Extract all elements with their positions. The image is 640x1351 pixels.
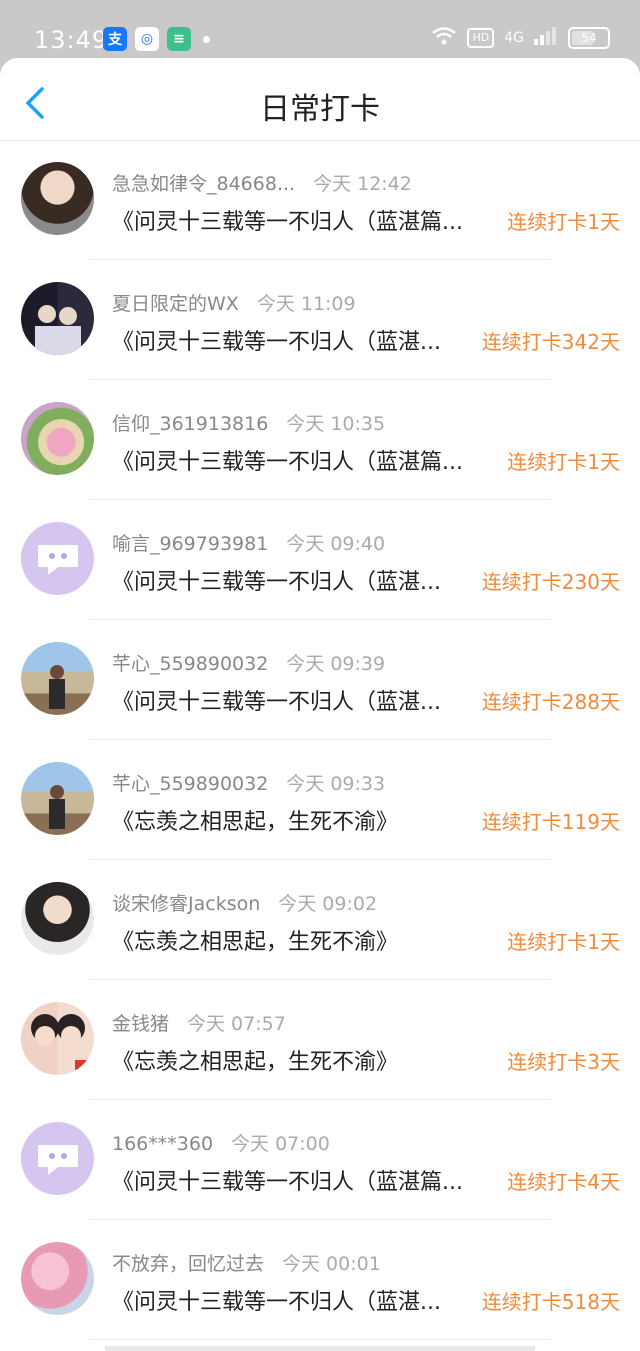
default-avatar-icon [37, 1144, 78, 1175]
nav-header: 日常打卡 [0, 58, 640, 140]
post-time: 今天 12:42 [313, 173, 412, 195]
streak-label: 连续打卡230天 [481, 570, 620, 594]
post-time: 今天 07:00 [231, 1133, 330, 1155]
post-time: 今天 10:35 [286, 413, 386, 435]
avatar[interactable] [21, 1242, 94, 1315]
avatar[interactable] [21, 642, 94, 715]
list-item[interactable]: 不放弃，回忆过去 今天 00:01 《问灵十三载等一不归人（蓝湛... 连续打卡5… [0, 1220, 640, 1340]
status-app-icons: 支 ◎ ≡ [103, 27, 210, 51]
user-name[interactable]: 谈宋修睿Jackson [112, 893, 260, 915]
list-item[interactable]: 金钱猪 今天 07:57 《忘羡之相思起，生死不渝》 连续打卡3天 [0, 980, 640, 1100]
notification-dot-icon [203, 35, 210, 43]
post-time: 今天 09:39 [286, 653, 386, 675]
user-name[interactable]: 芊心_559890032 [112, 773, 268, 795]
streak-label: 连续打卡1天 [507, 930, 620, 954]
streak-label: 连续打卡4天 [507, 1170, 620, 1194]
checkin-content[interactable]: 《忘羡之相思起，生死不渝》 [112, 1044, 492, 1076]
checkin-content[interactable]: 《问灵十三载等一不归人（蓝湛... [112, 564, 468, 596]
user-name[interactable]: 芊心_559890032 [112, 653, 268, 675]
bottom-scroll-indicator [105, 1346, 535, 1351]
checkin-content[interactable]: 《问灵十三载等一不归人（蓝湛... [112, 324, 468, 356]
avatar[interactable] [21, 762, 94, 835]
alipay-icon: 支 [103, 27, 127, 51]
status-right: HD 4G 54 [431, 26, 610, 50]
streak-label: 连续打卡1天 [507, 210, 620, 234]
checkin-content[interactable]: 《问灵十三载等一不归人（蓝湛篇... [112, 204, 492, 236]
avatar[interactable] [21, 282, 94, 355]
user-name[interactable]: 急急如律令_84668... [112, 173, 295, 195]
battery-level: 54 [581, 31, 597, 45]
checkin-content[interactable]: 《忘羡之相思起，生死不渝》 [112, 804, 468, 836]
list-item[interactable]: 夏日限定的WX 今天 11:09 《问灵十三载等一不归人（蓝湛... 连续打卡34… [0, 260, 640, 380]
post-time: 今天 11:09 [256, 293, 356, 315]
list-item[interactable]: 谈宋修睿Jackson 今天 09:02 《忘羡之相思起，生死不渝》 连续打卡1天 [0, 860, 640, 980]
avatar[interactable] [21, 162, 94, 235]
user-name[interactable]: 信仰_361913816 [112, 413, 268, 435]
user-name[interactable]: 金钱猪 [112, 1013, 169, 1035]
list-item[interactable]: 信仰_361913816 今天 10:35 《问灵十三载等一不归人（蓝湛篇... … [0, 380, 640, 500]
user-name[interactable]: 喻言_969793981 [112, 533, 268, 555]
streak-label: 连续打卡288天 [481, 690, 620, 714]
checkin-content[interactable]: 《忘羡之相思起，生死不渝》 [112, 924, 492, 956]
default-avatar-icon [37, 544, 78, 575]
divider [90, 1339, 550, 1340]
post-time: 今天 09:40 [286, 533, 386, 555]
streak-label: 连续打卡1天 [507, 450, 620, 474]
checkin-content[interactable]: 《问灵十三载等一不归人（蓝湛... [112, 1284, 468, 1316]
browser-icon: ◎ [135, 27, 159, 51]
avatar[interactable] [21, 402, 94, 475]
list-item[interactable]: 芊心_559890032 今天 09:39 《问灵十三载等一不归人（蓝湛... 连… [0, 620, 640, 740]
signal-icon [534, 27, 558, 49]
avatar[interactable] [21, 1122, 94, 1195]
page-title: 日常打卡 [260, 92, 380, 127]
network-label: 4G [504, 30, 524, 46]
list-item[interactable]: 芊心_559890032 今天 09:33 《忘羡之相思起，生死不渝》 连续打卡1… [0, 740, 640, 860]
streak-label: 连续打卡342天 [481, 330, 620, 354]
checkin-list: 急急如律令_84668... 今天 12:42 《问灵十三载等一不归人（蓝湛篇..… [0, 140, 640, 1340]
streak-label: 连续打卡3天 [507, 1050, 620, 1074]
list-item[interactable]: 166***360 今天 07:00 《问灵十三载等一不归人（蓝湛篇... 连续打… [0, 1100, 640, 1220]
user-name[interactable]: 166***360 [112, 1133, 213, 1155]
battery-icon: 54 [568, 27, 610, 49]
avatar[interactable] [21, 522, 94, 595]
avatar[interactable] [21, 882, 94, 955]
post-time: 今天 00:01 [282, 1253, 381, 1275]
streak-label: 连续打卡518天 [481, 1290, 620, 1314]
checkin-content[interactable]: 《问灵十三载等一不归人（蓝湛篇... [112, 444, 492, 476]
post-time: 今天 07:57 [187, 1013, 286, 1035]
app-icon: ≡ [167, 27, 191, 51]
checkin-content[interactable]: 《问灵十三载等一不归人（蓝湛... [112, 684, 468, 716]
streak-label: 连续打卡119天 [481, 810, 620, 834]
status-time: 13:49 [34, 26, 109, 54]
list-item[interactable]: 喻言_969793981 今天 09:40 《问灵十三载等一不归人（蓝湛... 连… [0, 500, 640, 620]
user-name[interactable]: 夏日限定的WX [112, 293, 239, 315]
checkin-content[interactable]: 《问灵十三载等一不归人（蓝湛篇... [112, 1164, 492, 1196]
hd-icon: HD [467, 28, 495, 48]
wifi-icon [431, 26, 457, 50]
user-name[interactable]: 不放弃，回忆过去 [112, 1253, 264, 1275]
list-item[interactable]: 急急如律令_84668... 今天 12:42 《问灵十三载等一不归人（蓝湛篇..… [0, 140, 640, 260]
avatar[interactable] [21, 1002, 94, 1075]
post-time: 今天 09:33 [286, 773, 386, 795]
post-time: 今天 09:02 [278, 893, 378, 915]
